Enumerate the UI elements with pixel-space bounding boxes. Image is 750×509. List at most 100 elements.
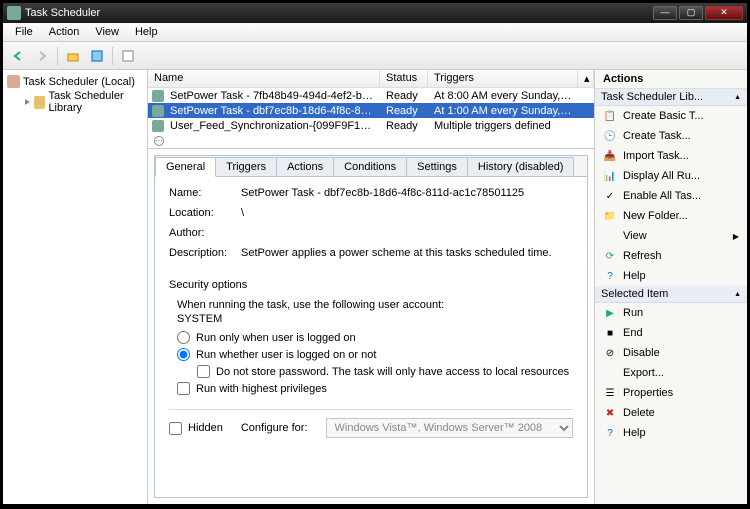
properties-button[interactable] [117,45,139,67]
action-export[interactable]: Export... [595,363,747,383]
task-icon [152,90,164,102]
collapse-icon: ▲ [734,94,741,101]
wizard-icon: 📋 [603,109,617,123]
action-delete[interactable]: ✖Delete [595,403,747,423]
menu-file[interactable]: File [7,24,41,40]
delete-icon: ✖ [603,406,617,420]
description-label: Description: [169,247,241,259]
check-hidden[interactable] [169,422,182,435]
action-view[interactable]: View▶ [595,226,747,246]
menu-help[interactable]: Help [127,24,166,40]
security-prompt: When running the task, use the following… [177,299,573,311]
app-icon [7,6,21,20]
more-indicator[interactable]: ⋯ [148,133,594,148]
task-row-selected[interactable]: SetPower Task - dbf7ec8b-18d6-4f8c-811d-… [148,103,594,118]
refresh-button[interactable] [86,45,108,67]
enable-icon: ✓ [603,189,617,203]
clock-icon [7,75,20,88]
action-end[interactable]: ■End [595,323,747,343]
action-run[interactable]: ▶Run [595,303,747,323]
back-button[interactable] [7,45,29,67]
collapse-icon: ▲ [734,291,741,298]
menu-action[interactable]: Action [41,24,88,40]
task-list: Name Status Triggers ▴ SetPower Task - 7… [148,70,594,149]
tab-settings[interactable]: Settings [407,157,468,177]
tree-library[interactable]: Task Scheduler Library [5,89,145,115]
main-pane: Name Status Triggers ▴ SetPower Task - 7… [148,70,595,504]
action-properties[interactable]: ☰Properties [595,383,747,403]
configure-select[interactable]: Windows Vista™, Windows Server™ 2008 [326,418,573,438]
col-triggers[interactable]: Triggers [428,70,578,87]
stop-icon: ■ [603,326,617,340]
tabs: General Triggers Actions Conditions Sett… [155,156,587,176]
forward-button[interactable] [31,45,53,67]
minimize-button[interactable]: — [653,6,677,20]
action-help-2[interactable]: ?Help [595,423,747,443]
actions-pane: Actions Task Scheduler Lib...▲ 📋Create B… [595,70,747,504]
tree-pane: Task Scheduler (Local) Task Scheduler Li… [3,70,148,504]
author-value [241,227,573,239]
expand-icon[interactable] [23,97,31,107]
menubar: File Action View Help [3,23,747,42]
details-pane: General Triggers Actions Conditions Sett… [148,149,594,504]
security-heading: Security options [169,279,573,291]
actions-title: Actions [595,70,747,89]
action-display-all[interactable]: 📊Display All Ru... [595,166,747,186]
tab-general[interactable]: General [155,157,216,177]
app-window: Task Scheduler — ▢ ✕ File Action View He… [2,2,748,505]
import-icon: 📥 [603,149,617,163]
help-icon: ? [603,426,617,440]
tab-conditions[interactable]: Conditions [334,157,407,177]
actions-section-selected[interactable]: Selected Item▲ [595,286,747,303]
toolbar [3,42,747,70]
description-value: SetPower applies a power scheme at this … [241,247,573,259]
menu-view[interactable]: View [87,24,127,40]
refresh-icon: ⟳ [603,249,617,263]
tab-body: Name:SetPower Task - dbf7ec8b-18d6-4f8c-… [155,176,587,497]
tab-history[interactable]: History (disabled) [468,157,575,177]
task-icon: 🕒 [603,129,617,143]
action-enable-all[interactable]: ✓Enable All Tas... [595,186,747,206]
radio-loggedon[interactable] [177,331,190,344]
task-icon [152,105,164,117]
action-disable[interactable]: ⊘Disable [595,343,747,363]
action-refresh[interactable]: ⟳Refresh [595,246,747,266]
action-help[interactable]: ?Help [595,266,747,286]
radio-whether[interactable] [177,348,190,361]
task-row[interactable]: User_Feed_Synchronization-{099F9F1D-04AF… [148,118,594,133]
disable-icon: ⊘ [603,346,617,360]
properties-icon: ☰ [603,386,617,400]
actions-section-library[interactable]: Task Scheduler Lib...▲ [595,89,747,106]
location-value: \ [241,207,573,219]
list-header: Name Status Triggers ▴ [148,70,594,88]
chevron-right-icon: ▶ [733,232,739,241]
check-highest[interactable] [177,382,190,395]
scroll-up-button[interactable]: ▴ [578,70,594,87]
tab-actions[interactable]: Actions [277,157,334,177]
author-label: Author: [169,227,241,239]
action-new-folder[interactable]: 📁New Folder... [595,206,747,226]
close-button[interactable]: ✕ [705,6,743,20]
task-icon [152,120,164,132]
check-nopassword[interactable] [197,365,210,378]
folder-icon [34,96,45,109]
name-label: Name: [169,187,241,199]
action-create-basic[interactable]: 📋Create Basic T... [595,106,747,126]
folder-icon: 📁 [603,209,617,223]
action-create-task[interactable]: 🕒Create Task... [595,126,747,146]
titlebar: Task Scheduler — ▢ ✕ [3,3,747,23]
play-icon: ▶ [603,306,617,320]
help-icon: ? [603,269,617,283]
maximize-button[interactable]: ▢ [679,6,703,20]
col-status[interactable]: Status [380,70,428,87]
action-import-task[interactable]: 📥Import Task... [595,146,747,166]
up-button[interactable] [62,45,84,67]
name-value: SetPower Task - dbf7ec8b-18d6-4f8c-811d-… [241,187,573,199]
configure-label: Configure for: [241,422,308,434]
window-title: Task Scheduler [25,7,653,19]
ellipsis-icon: ⋯ [154,136,164,146]
task-row[interactable]: SetPower Task - 7fb48b49-494d-4ef2-be3a-… [148,88,594,103]
tree-root[interactable]: Task Scheduler (Local) [5,74,145,89]
tab-triggers[interactable]: Triggers [216,157,277,177]
col-name[interactable]: Name [148,70,380,87]
